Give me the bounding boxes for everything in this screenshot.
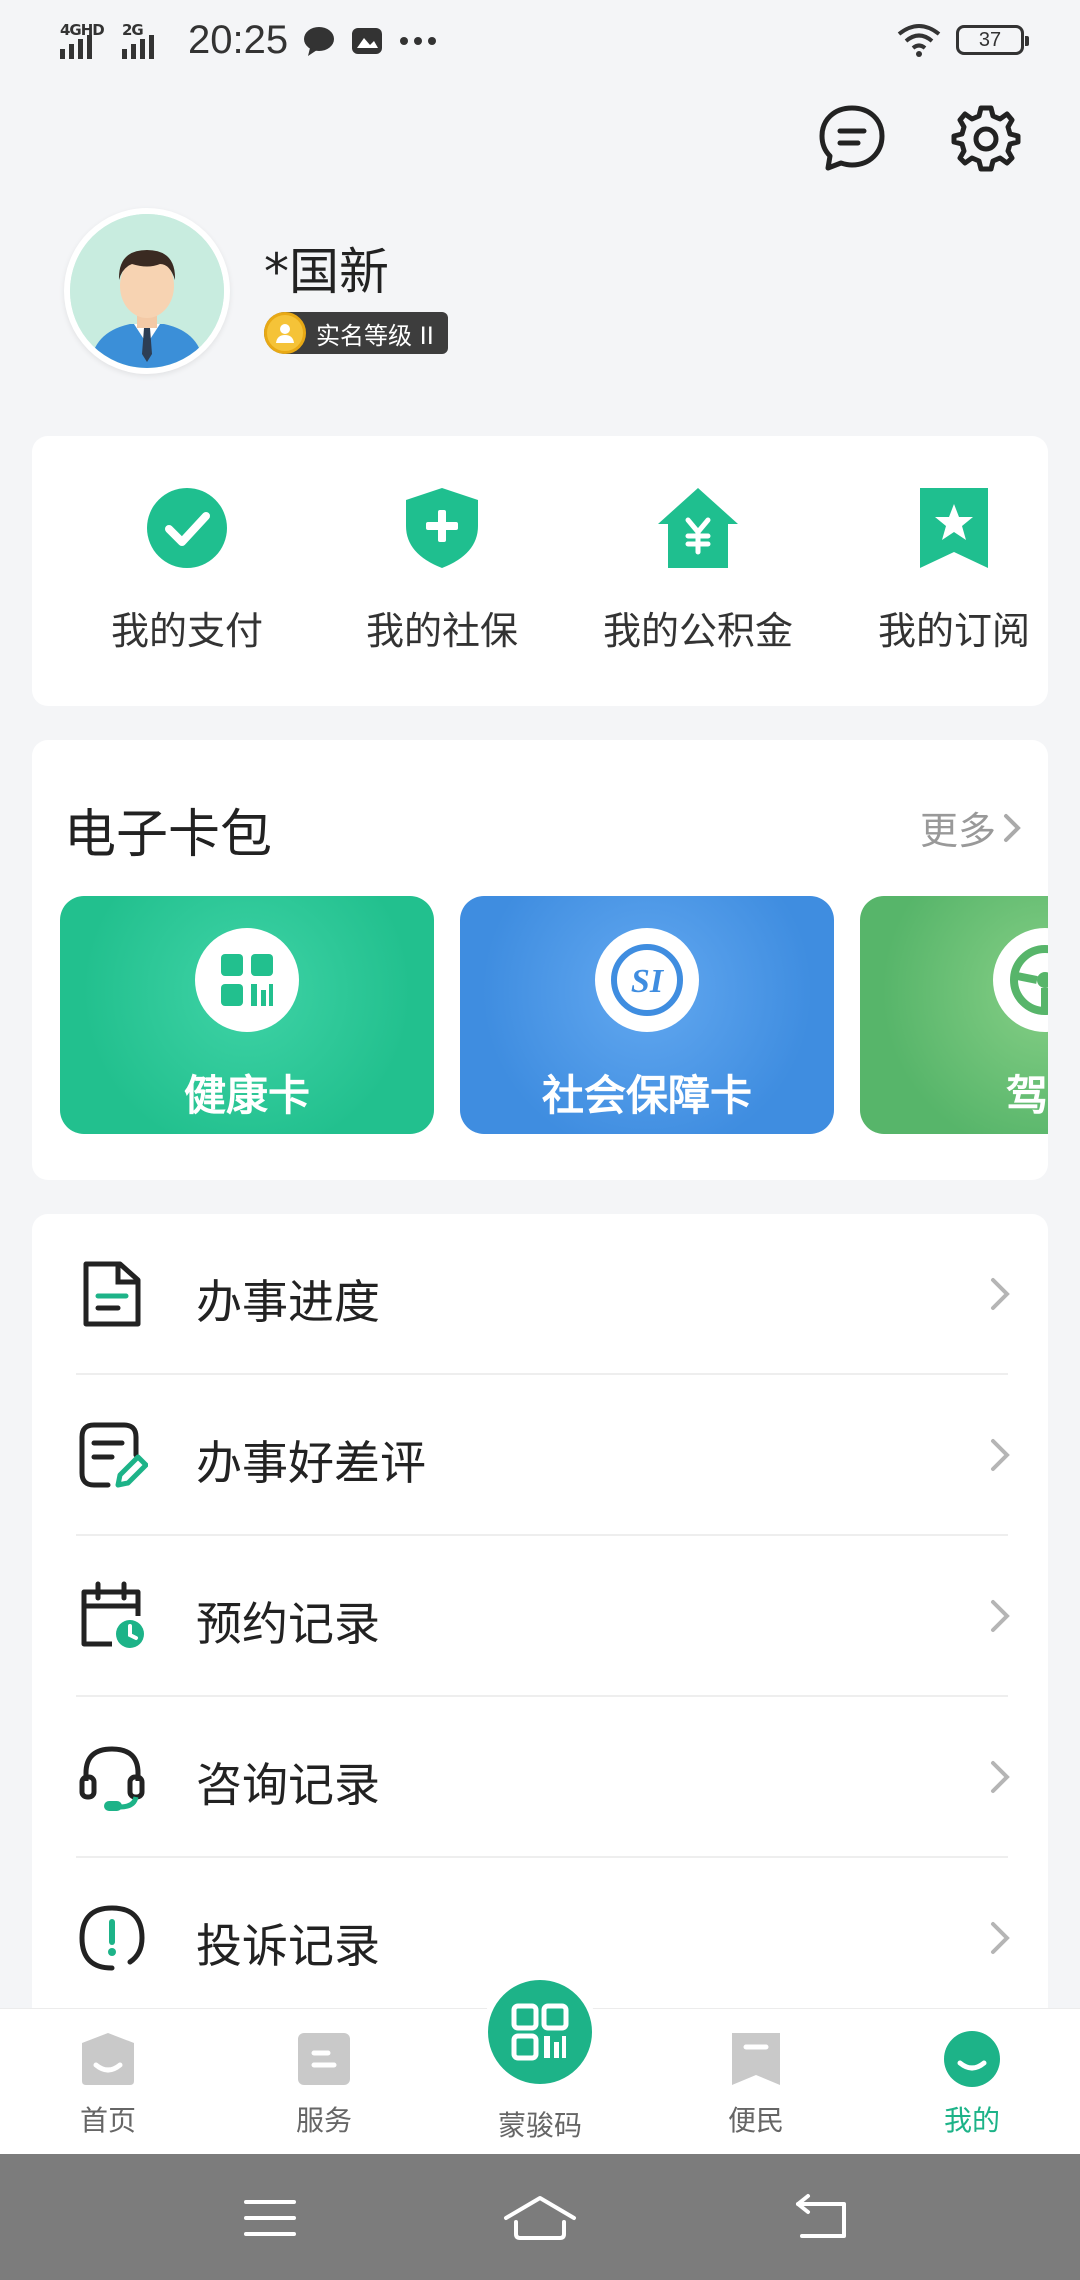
- social-security-card-label: 社会保障卡: [541, 1071, 752, 1120]
- tab-home[interactable]: 首页: [28, 2029, 188, 2139]
- steering-wheel-icon: [993, 928, 1048, 1032]
- battery-icon: 37: [956, 25, 1029, 55]
- menu-item-progress[interactable]: 办事进度: [32, 1214, 1048, 1375]
- bookmark-star-icon: [920, 488, 988, 568]
- tab-home-label: 首页: [79, 2104, 136, 2137]
- convenience-tab-icon: [732, 2033, 780, 2085]
- battery-level: 37: [978, 28, 1002, 51]
- menu-item-label: 预约记录: [196, 1597, 380, 1651]
- quick-action-label: 我的公积金: [602, 609, 793, 653]
- driving-card-label: 驾驶: [1006, 1071, 1048, 1120]
- menu-item-label: 咨询记录: [196, 1758, 380, 1812]
- signal-2g-icon: 2G: [122, 21, 170, 61]
- quick-action-payment[interactable]: 我的支付: [67, 486, 307, 655]
- message-icon[interactable]: [816, 102, 888, 174]
- menu-item-consultations[interactable]: 咨询记录: [32, 1697, 1048, 1858]
- qr-code-icon: [511, 2003, 569, 2061]
- quick-actions-panel: 我的支付 我的社保 我的公积金 我的订阅: [32, 436, 1048, 706]
- menu-item-appointments[interactable]: 预约记录: [32, 1536, 1048, 1697]
- quick-action-housing-fund[interactable]: 我的公积金: [578, 486, 818, 655]
- user-name: *国新: [264, 243, 389, 301]
- home-tab-icon: [82, 2033, 134, 2085]
- qr-code-button[interactable]: [482, 1974, 598, 2090]
- health-card-label: 健康卡: [183, 1071, 310, 1120]
- chat-bubble-icon: [304, 26, 335, 56]
- tab-convenience-label: 便民: [727, 2104, 784, 2137]
- more-dots-icon: [400, 36, 437, 45]
- tab-service[interactable]: 服务: [244, 2029, 404, 2139]
- chevron-right-icon: [991, 1278, 1010, 1310]
- quick-action-subscription[interactable]: 我的订阅: [834, 486, 1074, 655]
- user-avatar-icon: [70, 214, 224, 368]
- tab-mine-label: 我的: [943, 2104, 1000, 2137]
- wallet-more-label: 更多: [919, 809, 996, 853]
- quick-action-label: 我的支付: [110, 609, 263, 653]
- health-card-icon: [195, 928, 299, 1032]
- wifi-icon: [897, 24, 941, 57]
- calendar-clock-icon: [81, 1581, 144, 1648]
- chevron-right-icon: [991, 1439, 1010, 1471]
- check-circle-icon: [147, 488, 227, 568]
- system-navigation-bar: [0, 2154, 1080, 2280]
- menu-icon[interactable]: [240, 2192, 300, 2244]
- back-icon[interactable]: [792, 2192, 852, 2244]
- document-icon: [83, 1261, 141, 1327]
- settings-gear-icon[interactable]: [950, 102, 1022, 174]
- social-security-icon: SI: [595, 928, 699, 1032]
- review-edit-icon: [79, 1422, 148, 1488]
- home-icon[interactable]: [500, 2192, 580, 2244]
- social-security-card[interactable]: SI 社会保障卡: [460, 896, 834, 1134]
- svg-text:SI: SI: [631, 963, 665, 1000]
- quick-action-label: 我的社保: [365, 609, 518, 653]
- service-tab-icon: [298, 2033, 350, 2085]
- verification-level-badge[interactable]: 实名等级 II: [264, 312, 448, 354]
- wallet-title: 电子卡包: [64, 805, 273, 865]
- tab-qr-label[interactable]: 蒙骏码: [460, 2104, 620, 2144]
- verification-level-text: 实名等级 II: [316, 321, 434, 350]
- chevron-right-icon: [991, 1922, 1010, 1954]
- avatar[interactable]: [64, 208, 230, 374]
- tab-convenience[interactable]: 便民: [676, 2029, 836, 2139]
- menu-item-label: 办事好差评: [196, 1436, 426, 1490]
- service-records-list: 办事进度 办事好差评 预约记录 咨询记录 投诉记录: [32, 1214, 1048, 2034]
- tab-mine[interactable]: 我的: [892, 2029, 1052, 2139]
- quick-action-label: 我的订阅: [877, 609, 1030, 653]
- shield-plus-icon: [406, 488, 478, 568]
- chevron-right-icon: [991, 1761, 1010, 1793]
- menu-item-label: 办事进度: [196, 1275, 380, 1329]
- signal-4g-icon: 4GHD: [60, 21, 108, 61]
- menu-item-review[interactable]: 办事好差评: [32, 1375, 1048, 1536]
- status-bar: 4GHD 2G 20:25 37: [0, 0, 1080, 88]
- menu-item-label: 投诉记录: [196, 1919, 380, 1973]
- quick-action-social-security[interactable]: 我的社保: [322, 486, 562, 655]
- chevron-right-icon: [1004, 813, 1021, 842]
- e-card-wallet-panel: 电子卡包 更多 健康卡 SI 社会保障卡 驾驶: [32, 740, 1048, 1180]
- tab-service-label: 服务: [295, 2104, 352, 2137]
- alert-circle-icon: [79, 1905, 145, 1971]
- health-card[interactable]: 健康卡: [60, 896, 434, 1134]
- gallery-notification-icon: [352, 27, 383, 54]
- house-yen-icon: [658, 488, 738, 568]
- mine-tab-icon: [944, 2031, 1000, 2087]
- headset-icon: [79, 1746, 145, 1811]
- status-time: 20:25: [188, 18, 289, 62]
- driving-license-card[interactable]: 驾驶: [860, 896, 1048, 1134]
- wallet-more-link[interactable]: 更多: [920, 800, 1022, 855]
- chevron-right-icon: [991, 1600, 1010, 1632]
- user-badge-icon: [264, 312, 306, 354]
